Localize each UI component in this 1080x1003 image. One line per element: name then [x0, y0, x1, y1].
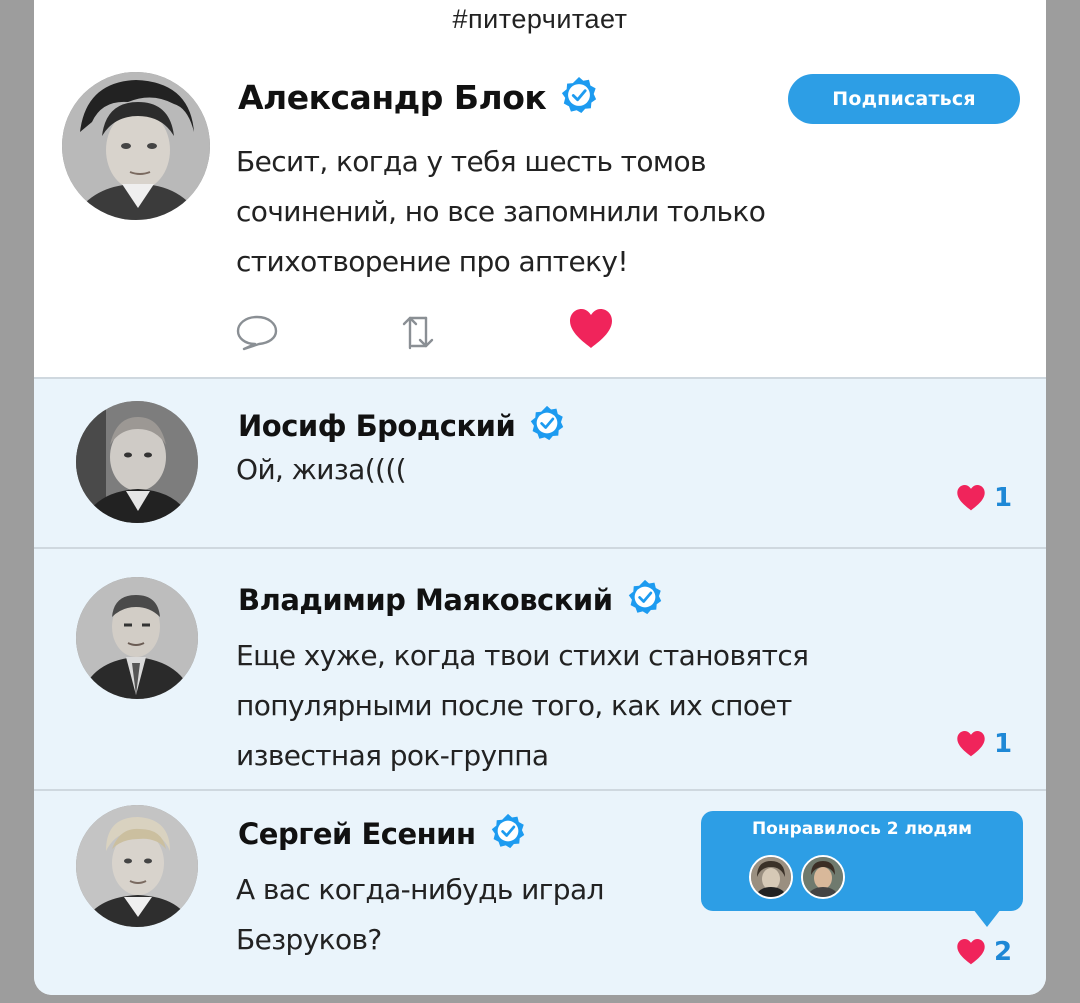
avatar[interactable] — [62, 72, 210, 220]
avatar[interactable] — [76, 805, 198, 927]
post-text: Еще хуже, когда твои стихи становятся по… — [236, 631, 809, 781]
avatar[interactable] — [801, 855, 845, 899]
liked-by-title: Понравилось 2 людям — [751, 819, 973, 839]
author-row: Сергей Есенин — [238, 813, 526, 854]
twitter-thread-card: #питерчитает Александр Блок Подписаться … — [34, 0, 1046, 995]
verified-badge-icon — [490, 813, 526, 854]
like-icon[interactable] — [568, 308, 614, 355]
like-icon — [957, 484, 985, 511]
like-count: 2 — [994, 937, 1013, 967]
author-row: Владимир Маяковский — [238, 579, 663, 620]
like-counter[interactable]: 1 — [956, 483, 1012, 513]
author-row: Александр Блок — [238, 76, 598, 119]
like-icon — [957, 730, 985, 757]
retweet-icon[interactable] — [400, 310, 436, 359]
post-text-line: стихотворение про аптеку! — [236, 245, 629, 278]
post-text-line: А вас когда-нибудь играл — [236, 873, 604, 906]
reply-post: Иосиф Бродский Ой, жиза(((( 1 — [34, 377, 1046, 549]
main-post: Александр Блок Подписаться Бесит, когда … — [34, 0, 1046, 378]
like-count: 1 — [994, 729, 1013, 759]
post-text: Ой, жиза(((( — [236, 445, 407, 495]
post-text: Бесит, когда у тебя шесть томов сочинени… — [236, 137, 766, 287]
verified-badge-icon — [560, 76, 598, 119]
subscribe-button[interactable]: Подписаться — [788, 74, 1020, 124]
like-counter[interactable]: 2 — [956, 937, 1012, 967]
author-name[interactable]: Владимир Маяковский — [238, 583, 613, 617]
author-name[interactable]: Сергей Есенин — [238, 817, 476, 851]
liked-by-popup[interactable]: Понравилось 2 людям — [701, 811, 1023, 927]
like-icon — [957, 938, 985, 965]
post-text: А вас когда-нибудь играл Безруков? — [236, 865, 604, 965]
author-row: Иосиф Бродский — [238, 405, 565, 446]
post-text-line: Еще хуже, когда твои стихи становятся — [236, 639, 809, 672]
author-name[interactable]: Иосиф Бродский — [238, 409, 516, 443]
post-text-line: Бесит, когда у тебя шесть томов — [236, 145, 706, 178]
reply-post: Владимир Маяковский Еще хуже, когда твои… — [34, 547, 1046, 791]
like-count: 1 — [994, 483, 1013, 513]
comment-icon[interactable] — [234, 312, 280, 357]
post-text-line: сочинений, но все запомнили только — [236, 195, 766, 228]
avatar[interactable] — [76, 577, 198, 699]
avatar[interactable] — [749, 855, 793, 899]
author-name[interactable]: Александр Блок — [238, 78, 547, 117]
post-text-line: Ой, жиза(((( — [236, 453, 407, 486]
post-text-line: Безруков? — [236, 923, 382, 956]
avatar[interactable] — [76, 401, 198, 523]
verified-badge-icon — [529, 405, 565, 446]
post-text-line: известная рок-группа — [236, 739, 549, 772]
post-text-line: популярными после того, как их споет — [236, 689, 792, 722]
like-counter[interactable]: 1 — [956, 729, 1012, 759]
verified-badge-icon — [627, 579, 663, 620]
